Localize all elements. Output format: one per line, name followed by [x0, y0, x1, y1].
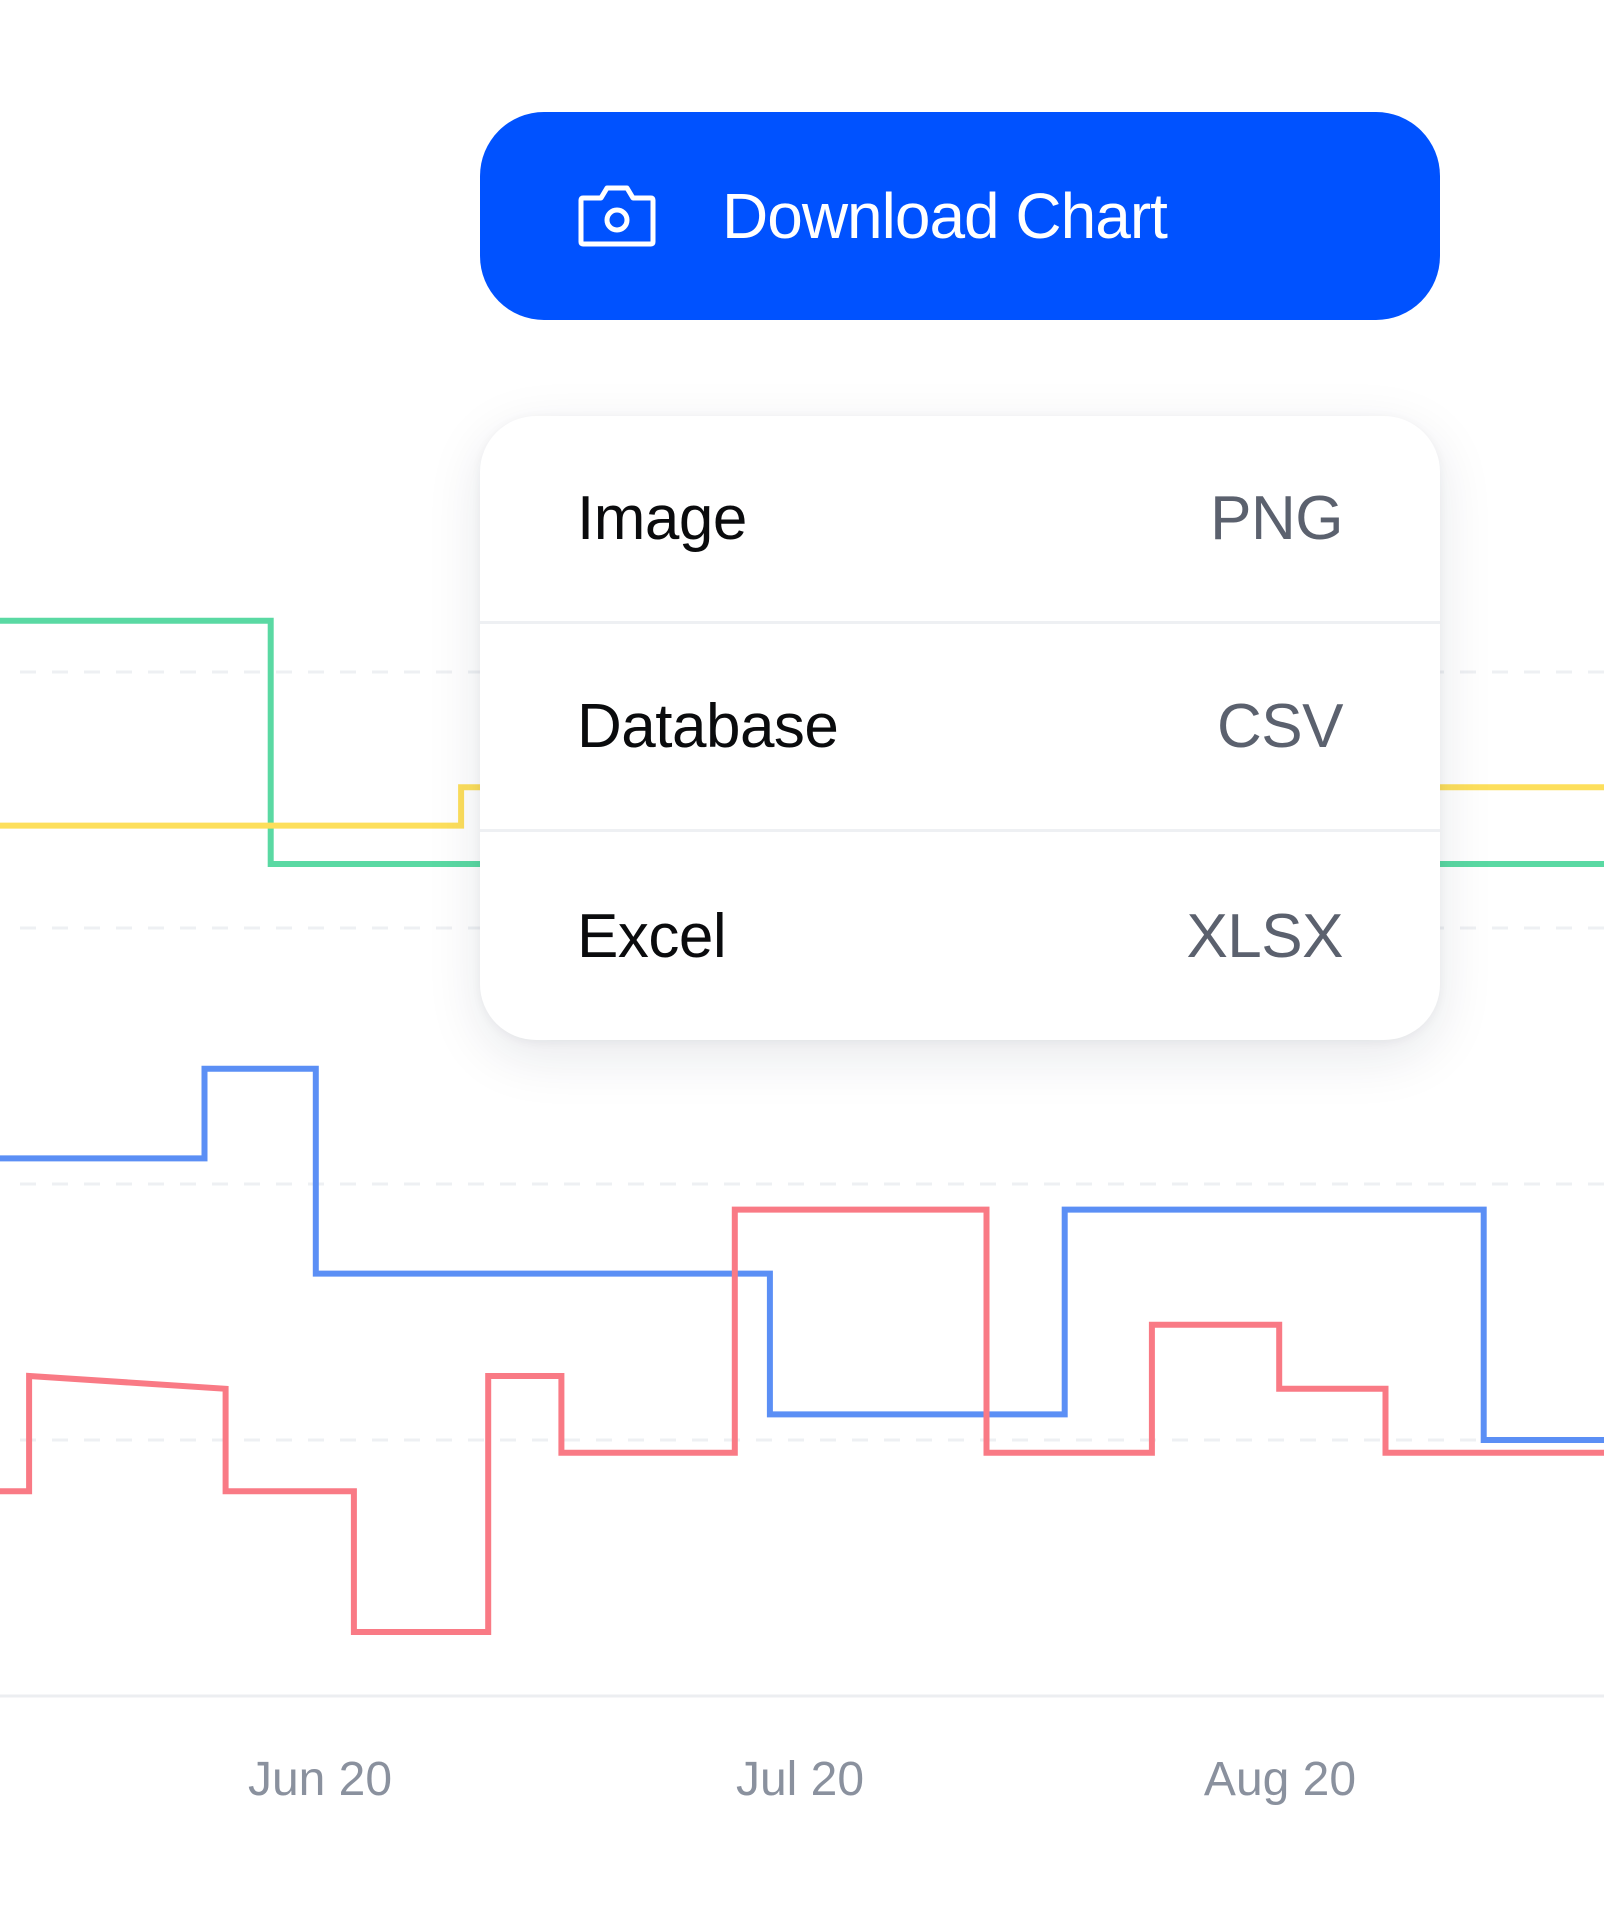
menu-item-name: Excel: [577, 901, 727, 971]
menu-item-name: Database: [577, 692, 839, 761]
menu-item-format: CSV: [1217, 692, 1343, 761]
x-tick-label: Aug 20: [1204, 1753, 1356, 1806]
export-format-menu: Image PNG Database CSV Excel XLSX: [480, 416, 1440, 1040]
download-chart-label: Download Chart: [722, 180, 1168, 252]
download-chart-button[interactable]: Download Chart: [480, 112, 1440, 320]
menu-item-name: Image: [577, 484, 747, 553]
menu-item-format: PNG: [1210, 484, 1343, 553]
menu-item-format: XLSX: [1186, 901, 1343, 971]
menu-item-database[interactable]: Database CSV: [480, 624, 1440, 832]
series-line-3: [0, 1065, 1604, 1443]
x-tick-label: Jun 20: [248, 1753, 392, 1806]
menu-item-image[interactable]: Image PNG: [480, 416, 1440, 624]
x-tick-label: Jul 20: [736, 1753, 864, 1806]
x-axis-ticks: Jun 20 Jul 20 Aug 20: [248, 1753, 1356, 1806]
series-line-4: [0, 1206, 1604, 1635]
camera-icon: [578, 185, 656, 247]
menu-item-excel[interactable]: Excel XLSX: [480, 832, 1440, 1040]
